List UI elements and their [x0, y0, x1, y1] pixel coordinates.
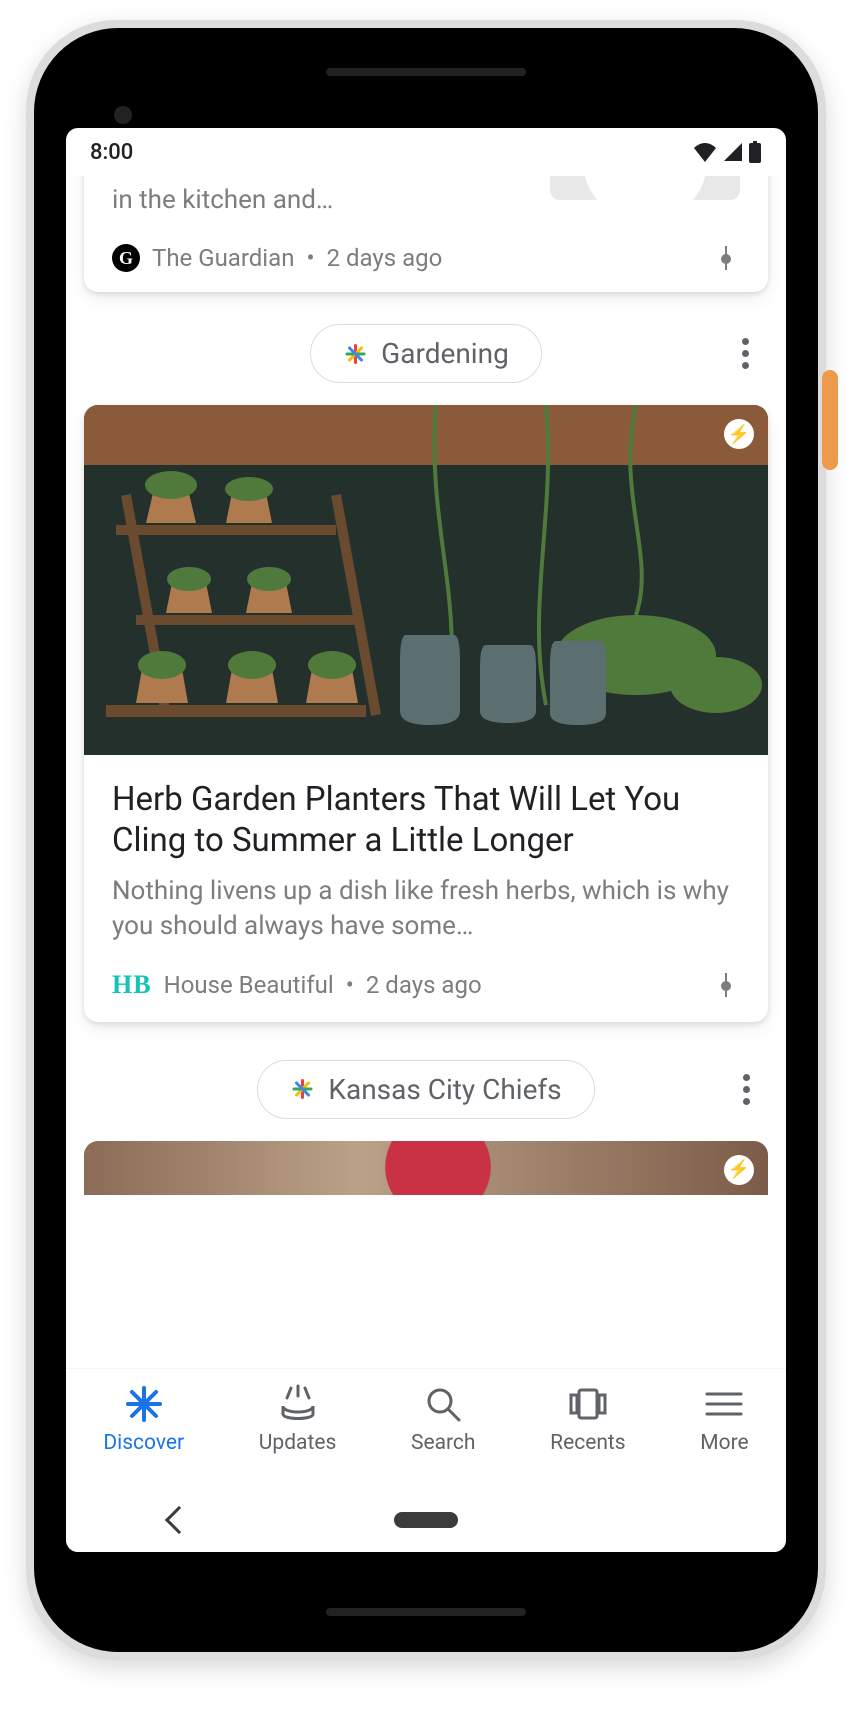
screen: 8:00 The River Cafe chef on his mentors …: [66, 128, 786, 1552]
topic-overflow-menu[interactable]: [730, 1069, 762, 1110]
topic-chip-gardening[interactable]: Gardening: [310, 324, 542, 383]
status-icons: [692, 141, 762, 163]
source-name: The Guardian: [152, 244, 294, 272]
cell-signal-icon: [722, 142, 744, 162]
wifi-icon: [692, 142, 718, 162]
discover-icon: [124, 1383, 164, 1425]
topic-row: Gardening: [66, 320, 786, 405]
phone-bezel: 8:00 The River Cafe chef on his mentors …: [34, 28, 818, 1652]
topic-label: Kansas City Chiefs: [328, 1073, 561, 1106]
android-nav-bar: [66, 1488, 786, 1552]
battery-icon: [748, 141, 762, 163]
article-hero-image: [84, 405, 768, 755]
article-age: 2 days ago: [327, 244, 443, 272]
article-card-next[interactable]: [84, 1141, 768, 1195]
article-snippet: Nothing livens up a dish like fresh herb…: [112, 874, 740, 944]
recents-icon: [566, 1383, 610, 1425]
source-logo-guardian: G: [112, 244, 140, 272]
article-meta: G The Guardian • 2 days ago: [112, 244, 740, 272]
article-card-main[interactable]: Herb Garden Planters That Will Let You C…: [84, 405, 768, 1022]
article-age: 2 days ago: [366, 971, 482, 999]
article-card-prev[interactable]: The River Cafe chef on his mentors in th…: [84, 176, 768, 292]
nav-item-label: Updates: [259, 1431, 337, 1455]
feed[interactable]: The River Cafe chef on his mentors in th…: [66, 176, 786, 1368]
topic-row: Kansas City Chiefs: [66, 1050, 786, 1141]
source-logo-housebeautiful: HB: [112, 970, 152, 1000]
topic-chip-chiefs[interactable]: Kansas City Chiefs: [257, 1060, 594, 1119]
topic-overflow-menu[interactable]: [730, 333, 762, 374]
customize-control-icon[interactable]: [712, 244, 740, 272]
nav-search[interactable]: Search: [411, 1383, 476, 1455]
home-pill[interactable]: [394, 1512, 458, 1528]
bottom-nav: Discover Updates Search: [66, 1368, 786, 1488]
article-body: Herb Garden Planters That Will Let You C…: [84, 755, 768, 1022]
nav-item-label: Search: [411, 1431, 476, 1455]
nav-updates[interactable]: Updates: [259, 1383, 337, 1455]
back-button[interactable]: [165, 1506, 193, 1534]
more-icon: [705, 1383, 743, 1425]
article-snippet: The River Cafe chef on his mentors in th…: [112, 176, 532, 218]
google-spark-icon: [290, 1077, 314, 1101]
nav-item-label: Recents: [550, 1431, 626, 1455]
source-name: House Beautiful: [164, 971, 334, 999]
article-meta: HB House Beautiful • 2 days ago: [112, 970, 740, 1000]
updates-icon: [277, 1383, 319, 1425]
nav-discover[interactable]: Discover: [103, 1383, 184, 1455]
nav-recents[interactable]: Recents: [550, 1383, 626, 1455]
phone-side-button: [822, 370, 838, 470]
nav-item-label: More: [700, 1431, 748, 1455]
nav-item-label: Discover: [103, 1431, 184, 1455]
status-time: 8:00: [90, 140, 133, 165]
phone-frame: 8:00 The River Cafe chef on his mentors …: [26, 20, 826, 1660]
status-bar: 8:00: [66, 128, 786, 176]
google-spark-icon: [343, 342, 367, 366]
topic-label: Gardening: [381, 337, 509, 370]
article-headline: Herb Garden Planters That Will Let You C…: [112, 779, 740, 862]
front-camera: [114, 106, 132, 124]
search-icon: [423, 1383, 463, 1425]
article-thumbnail: [550, 176, 740, 200]
nav-more[interactable]: More: [700, 1383, 748, 1455]
customize-control-icon[interactable]: [712, 971, 740, 999]
